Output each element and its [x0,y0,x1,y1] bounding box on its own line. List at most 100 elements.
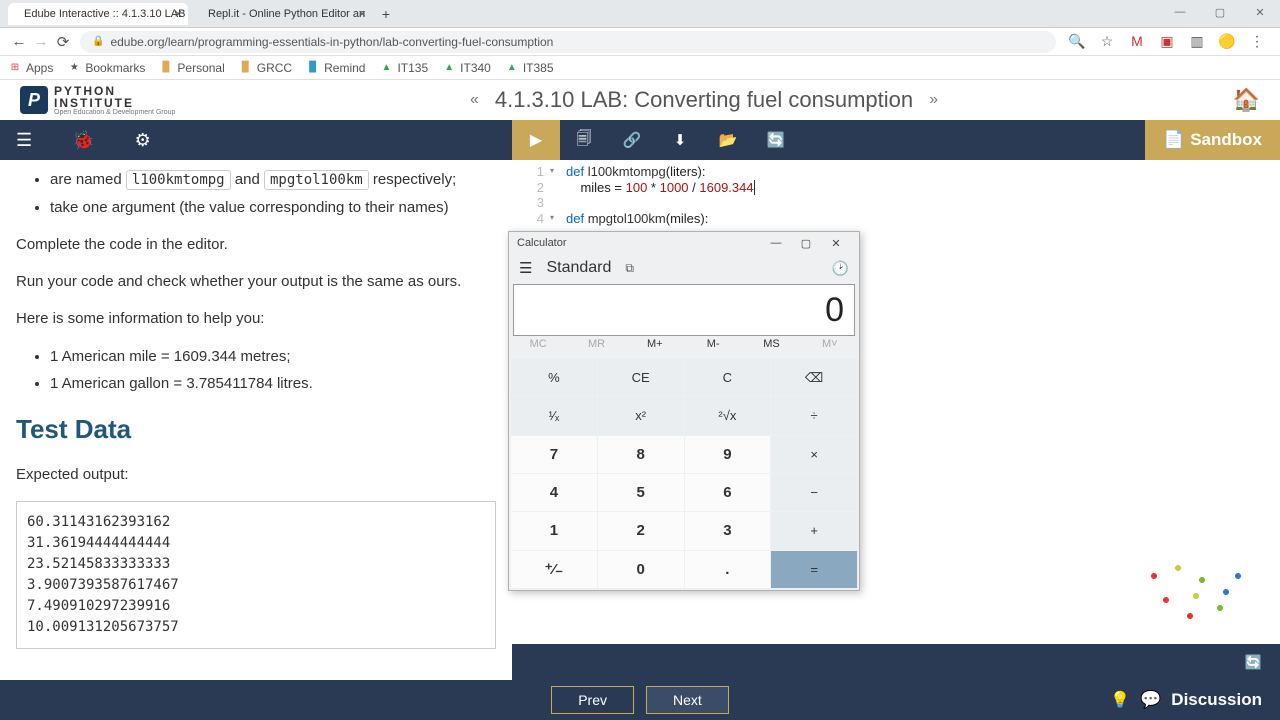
close-tab-icon[interactable]: × [174,6,182,21]
bookmark-item[interactable]: ▉Remind [306,61,365,75]
run-button[interactable]: ▶ [512,120,560,160]
extension-icon[interactable]: ▥ [1188,33,1206,50]
list-item: 1 American gallon = 3.785411784 litres. [50,372,496,395]
calc-mc: MC [509,338,567,358]
bookmark-item[interactable]: ▲IT340 [442,61,491,75]
calc-reciprocal[interactable]: ¹⁄ₓ [511,397,597,434]
calc-close-icon[interactable]: ✕ [821,237,851,250]
calc-5[interactable]: 5 [598,474,684,511]
address-bar[interactable]: 🔒 edube.org/learn/programming-essentials-… [80,31,1056,53]
sandbox-button[interactable]: 📄Sandbox [1145,120,1280,160]
url-text: edube.org/learn/programming-essentials-i… [110,35,553,49]
zoom-icon[interactable]: 🔍 [1068,33,1086,50]
discussion-icon[interactable]: 💬 [1140,690,1161,710]
bookmark-item[interactable]: ▲IT385 [505,61,554,75]
calc-1[interactable]: 1 [511,512,597,549]
calc-mminus[interactable]: M- [684,338,742,358]
minimize-window-icon[interactable]: — [1160,0,1200,24]
new-tab-button[interactable]: + [376,4,396,24]
close-window-icon[interactable]: ✕ [1240,0,1280,24]
next-button[interactable]: Next [646,686,729,714]
hint-icon[interactable]: 💡 [1110,690,1130,710]
calc-menu-icon[interactable]: ☰ [519,259,532,277]
extension-icon[interactable]: ▣ [1158,33,1176,50]
calc-backspace[interactable]: ⌫ [771,359,857,396]
download-icon[interactable]: ⬇ [656,131,704,149]
bookmark-item[interactable]: ▲IT135 [379,61,428,75]
calc-divide[interactable]: ÷ [771,397,857,434]
paragraph: Here is some information to help you: [16,307,496,330]
calc-square[interactable]: x² [598,397,684,434]
discussion-link[interactable]: Discussion [1171,690,1262,710]
calc-ms[interactable]: MS [742,338,800,358]
brand-logo[interactable]: P PYTHON INSTITUTE Open Education & Deve… [20,85,175,116]
bookmark-item[interactable]: ▉GRCC [239,61,292,75]
close-tab-icon[interactable]: × [358,6,366,21]
calc-c[interactable]: C [685,359,771,396]
avatar-icon[interactable]: 🟡 [1218,33,1236,50]
paragraph: Complete the code in the editor. [16,233,496,256]
lock-icon: 🔒 [92,36,104,47]
share-icon[interactable]: 🔗 [608,131,656,149]
calc-8[interactable]: 8 [598,436,684,473]
paragraph: Run your code and check whether your out… [16,270,496,293]
home-icon[interactable]: 🏠 [1233,87,1260,113]
calculator-title: Calculator [517,237,567,249]
tab-title: Edube Interactive :: 4.1.3.10 LAB [24,8,185,20]
calc-sqrt[interactable]: ²√x [685,397,771,434]
forward-button[interactable]: → [30,31,52,53]
calc-display: 0 [513,284,855,336]
calc-7[interactable]: 7 [511,436,597,473]
bug-icon[interactable]: 🐞 [72,130,94,151]
calc-plus[interactable]: + [771,512,857,549]
lesson-title: 4.1.3.10 LAB: Converting fuel consumptio… [495,87,913,113]
paragraph: Expected output: [16,463,496,486]
console-refresh-icon[interactable]: 🔄 [1245,654,1262,671]
back-button[interactable]: ← [8,31,30,53]
bookmark-item[interactable]: ★Bookmarks [67,61,145,75]
calc-maximize-icon[interactable]: ▢ [791,237,821,250]
calc-9[interactable]: 9 [685,436,771,473]
star-icon[interactable]: ☆ [1098,33,1116,50]
heading: Test Data [16,409,496,449]
calc-minus[interactable]: − [771,474,857,511]
calc-0[interactable]: 0 [598,551,684,588]
browser-tab-active[interactable]: Edube Interactive :: 4.1.3.10 LAB× [8,3,188,25]
calc-ontop-icon[interactable]: ⧉ [625,261,634,276]
calc-mdrop: M˅ [801,338,859,358]
prev-button[interactable]: Prev [551,686,634,714]
calc-6[interactable]: 6 [685,474,771,511]
gmail-icon[interactable]: M [1128,33,1146,50]
calc-decimal[interactable]: . [685,551,771,588]
refresh-icon[interactable]: 🔄 [752,131,800,149]
maximize-window-icon[interactable]: ▢ [1200,0,1240,24]
open-icon[interactable]: 📂 [704,131,752,149]
gear-icon[interactable]: ⚙ [135,130,151,151]
browser-tab[interactable]: Repl.it - Online Python Editor an× [192,3,372,25]
prev-lesson-icon[interactable]: « [470,91,479,109]
calc-negate[interactable]: ⁺⁄₋ [511,551,597,588]
menu-icon[interactable]: ☰ [16,130,32,151]
calc-minimize-icon[interactable]: — [761,237,791,250]
calc-percent[interactable]: % [511,359,597,396]
calculator-window: Calculator — ▢ ✕ ☰ Standard ⧉ 🕑 0 MC MR … [508,231,860,591]
reload-button[interactable]: ⟳ [52,31,74,53]
calc-ce[interactable]: CE [598,359,684,396]
calc-mr: MR [567,338,625,358]
instructions-pane: are named l100kmtompg and mpgtol100km re… [0,160,512,665]
calc-3[interactable]: 3 [685,512,771,549]
tab-title: Repl.it - Online Python Editor an [208,8,365,20]
calc-multiply[interactable]: × [771,436,857,473]
bookmark-item[interactable]: ▉Personal [159,61,224,75]
calc-mplus[interactable]: M+ [626,338,684,358]
calc-history-icon[interactable]: 🕑 [832,260,849,277]
calc-equals[interactable]: = [771,551,857,588]
list-item: take one argument (the value correspondi… [50,196,496,219]
copy-icon[interactable]: 🗐 [560,128,608,153]
next-lesson-icon[interactable]: » [929,91,938,109]
apps-button[interactable]: ⊞Apps [8,61,53,75]
bookmarks-bar: ⊞Apps ★Bookmarks ▉Personal ▉GRCC ▉Remind… [0,56,1280,80]
calc-4[interactable]: 4 [511,474,597,511]
menu-icon[interactable]: ⋮ [1248,33,1266,50]
calc-2[interactable]: 2 [598,512,684,549]
